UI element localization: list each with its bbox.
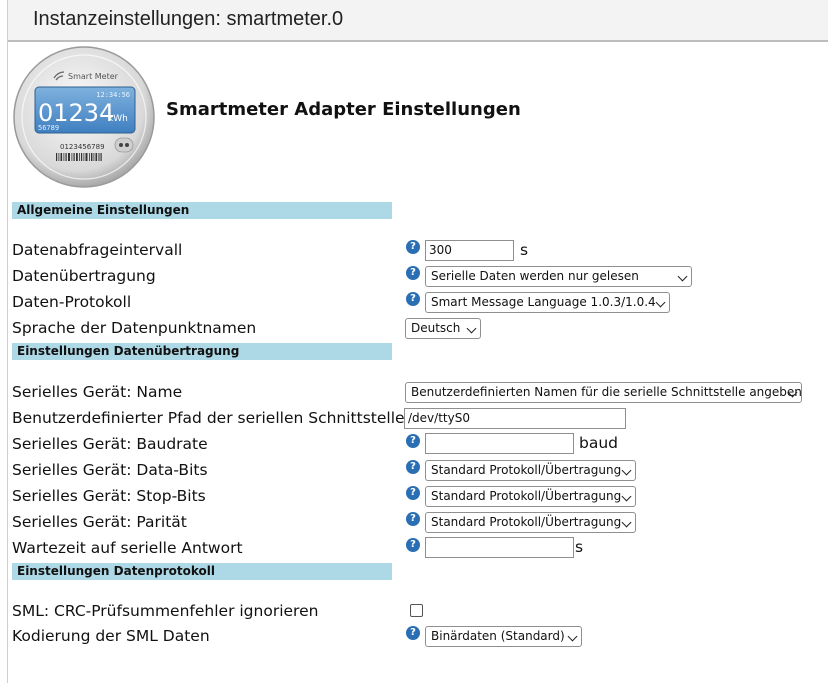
section-transfer: Einstellungen Datenübertragung: [12, 343, 392, 360]
label-stopbits: Serielles Gerät: Stop-Bits: [12, 487, 206, 505]
chevron-down-icon: [567, 631, 578, 642]
section-general: Allgemeine Einstellungen: [12, 202, 392, 219]
help-icon[interactable]: ?: [406, 538, 420, 552]
label-language: Sprache der Datenpunktnamen: [12, 319, 257, 337]
language-select[interactable]: Deutsch: [405, 318, 481, 339]
svg-text:56789: 56789: [38, 124, 59, 132]
language-value: Deutsch: [411, 321, 461, 335]
svg-text:kWh: kWh: [108, 114, 128, 124]
help-icon[interactable]: ?: [406, 460, 420, 474]
stopbits-select[interactable]: Standard Protokoll/Übertragung: [425, 486, 636, 507]
chevron-down-icon: [621, 465, 632, 476]
protocol-select[interactable]: Smart Message Language 1.0.3/1.0.4: [425, 292, 670, 313]
label-serial-name: Serielles Gerät: Name: [12, 383, 183, 401]
chevron-down-icon: [655, 297, 666, 308]
interval-input[interactable]: 300: [425, 240, 514, 261]
help-icon[interactable]: ?: [406, 266, 420, 280]
wait-unit: s: [575, 538, 584, 556]
transmission-value: Serielle Daten werden nur gelesen: [431, 269, 639, 283]
crc-checkbox[interactable]: [410, 604, 423, 617]
stopbits-value: Standard Protokoll/Übertragung: [431, 489, 622, 503]
databits-value: Standard Protokoll/Übertragung: [431, 463, 622, 477]
window-title: Instanzeinstellungen: smartmeter.0: [33, 8, 344, 30]
help-icon[interactable]: ?: [406, 240, 420, 254]
chevron-down-icon: [677, 271, 688, 282]
label-parity: Serielles Gerät: Parität: [12, 513, 187, 531]
label-encoding: Kodierung der SML Daten: [12, 627, 210, 645]
encoding-value: Binärdaten (Standard): [431, 629, 565, 643]
page-heading: Smartmeter Adapter Einstellungen: [166, 99, 521, 120]
label-crc: SML: CRC-Prüfsummenfehler ignorieren: [12, 602, 319, 620]
svg-text:Smart Meter: Smart Meter: [68, 72, 119, 81]
label-wait: Wartezeit auf serielle Antwort: [12, 539, 243, 557]
serial-name-value: Benutzerdefinierten Namen für die seriel…: [411, 385, 802, 399]
left-border: [7, 0, 8, 683]
encoding-select[interactable]: Binärdaten (Standard): [425, 626, 582, 647]
parity-value: Standard Protokoll/Übertragung: [431, 515, 622, 529]
svg-text:01234: 01234: [38, 99, 114, 127]
label-baudrate: Serielles Gerät: Baudrate: [12, 435, 208, 453]
help-icon[interactable]: ?: [406, 292, 420, 306]
help-icon[interactable]: ?: [406, 486, 420, 500]
baudrate-input[interactable]: [425, 433, 574, 454]
help-icon[interactable]: ?: [406, 512, 420, 526]
protocol-value: Smart Message Language 1.0.3/1.0.4: [431, 295, 656, 309]
wait-input[interactable]: [425, 537, 574, 558]
baudrate-unit: baud: [579, 434, 618, 452]
title-bar: Instanzeinstellungen: smartmeter.0: [8, 0, 828, 42]
section-protocol: Einstellungen Datenprotokoll: [12, 563, 392, 580]
label-interval: Datenabfrageintervall: [12, 241, 183, 259]
chevron-down-icon: [621, 491, 632, 502]
label-transmission: Datenübertragung: [12, 267, 156, 285]
databits-select[interactable]: Standard Protokoll/Übertragung: [425, 460, 636, 481]
smartmeter-logo: Smart Meter 12:34:56 01234 kWh 56789 012…: [13, 46, 155, 188]
label-databits: Serielles Gerät: Data-Bits: [12, 461, 208, 479]
transmission-select[interactable]: Serielle Daten werden nur gelesen: [425, 266, 692, 287]
label-protocol: Daten-Protokoll: [12, 293, 132, 311]
interval-unit: s: [520, 241, 529, 259]
serial-name-select[interactable]: Benutzerdefinierten Namen für die seriel…: [405, 382, 802, 403]
help-icon[interactable]: ?: [406, 434, 420, 448]
chevron-down-icon: [621, 517, 632, 528]
svg-text:0123456789: 0123456789: [60, 143, 105, 151]
label-serial-path: Benutzerdefinierter Pfad der seriellen S…: [12, 409, 405, 427]
parity-select[interactable]: Standard Protokoll/Übertragung: [425, 512, 636, 533]
svg-text:12:34:56: 12:34:56: [96, 91, 130, 99]
help-icon[interactable]: ?: [406, 626, 420, 640]
serial-path-input[interactable]: /dev/ttyS0: [404, 408, 626, 429]
chevron-down-icon: [466, 323, 477, 334]
